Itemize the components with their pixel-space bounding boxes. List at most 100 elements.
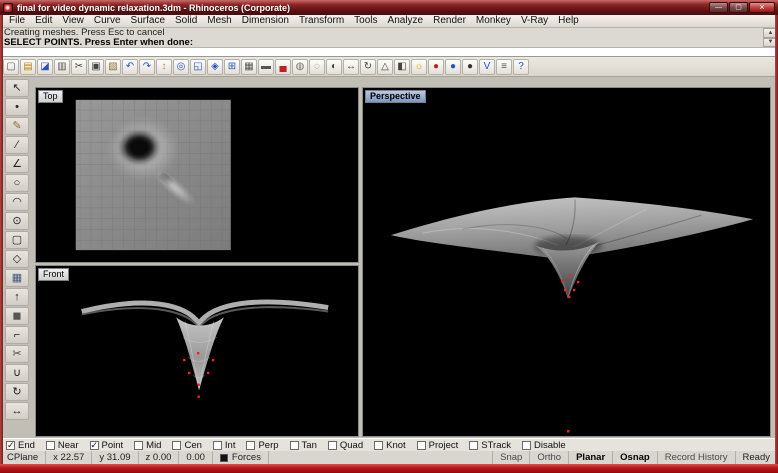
menu-item[interactable]: Solid xyxy=(170,15,202,27)
maximize-button[interactable] xyxy=(729,2,748,13)
point-icon[interactable]: • xyxy=(5,98,29,116)
status-ortho[interactable]: Ortho xyxy=(530,451,570,464)
menu-item[interactable]: Curve xyxy=(89,15,126,27)
minimize-button[interactable] xyxy=(709,2,728,13)
menu-item[interactable]: View xyxy=(57,15,89,27)
status-record-history[interactable]: Record History xyxy=(658,451,736,464)
render-car-icon[interactable]: ▄ xyxy=(275,58,291,75)
solid-box-icon[interactable]: ◼ xyxy=(5,307,29,325)
osnap-checkbox[interactable] xyxy=(134,440,144,450)
osnap-checkbox[interactable] xyxy=(289,440,299,450)
curve-pencil-icon[interactable]: ✎ xyxy=(5,117,29,135)
open-file-icon[interactable]: ▤ xyxy=(20,58,36,75)
status-osnap[interactable]: Osnap xyxy=(613,451,658,464)
menu-item[interactable]: Tools xyxy=(349,15,382,27)
osnap-strack[interactable]: STrack xyxy=(469,440,511,451)
menu-item[interactable]: Dimension xyxy=(237,15,294,27)
osnap-checkbox[interactable] xyxy=(212,440,222,450)
help-icon[interactable]: ? xyxy=(513,58,529,75)
paste-icon[interactable]: ▧ xyxy=(105,58,121,75)
rotate-icon[interactable]: ↻ xyxy=(360,58,376,75)
shaded-view-icon[interactable]: ◍ xyxy=(292,58,308,75)
close-button[interactable] xyxy=(749,2,775,13)
status-planar[interactable]: Planar xyxy=(569,451,614,464)
line-icon[interactable]: ∕ xyxy=(5,136,29,154)
pan-icon[interactable]: ↕ xyxy=(156,58,172,75)
zoom-extents-icon[interactable]: ◈ xyxy=(207,58,223,75)
menu-item[interactable]: Mesh xyxy=(202,15,236,27)
zoom-window-icon[interactable]: ◱ xyxy=(190,58,206,75)
viewport-perspective-label[interactable]: Perspective xyxy=(365,90,426,103)
osnap-tan[interactable]: Tan xyxy=(289,440,317,451)
dimension-icon[interactable]: ↔ xyxy=(5,402,29,420)
arc-icon[interactable]: ◠ xyxy=(5,193,29,211)
save-icon[interactable]: ◪ xyxy=(37,58,53,75)
osnap-project[interactable]: Project xyxy=(416,440,458,451)
viewport-front[interactable]: Front xyxy=(35,265,359,437)
osnap-int[interactable]: Int xyxy=(212,440,235,451)
cplane-pane[interactable]: CPlane xyxy=(0,451,47,464)
ellipse-icon[interactable]: ⊙ xyxy=(5,212,29,230)
select-arrow-icon[interactable]: ↖ xyxy=(5,79,29,97)
viewport-top[interactable]: Top xyxy=(35,87,359,263)
viewport-front-label[interactable]: Front xyxy=(38,268,70,281)
osnap-checkbox[interactable] xyxy=(246,440,256,450)
render-preview-icon[interactable]: ◐ xyxy=(326,58,342,75)
osnap-near[interactable]: Near xyxy=(45,440,79,451)
print-icon[interactable]: ▥ xyxy=(54,58,70,75)
copy-icon[interactable]: ▣ xyxy=(88,58,104,75)
scale-icon[interactable]: △ xyxy=(377,58,393,75)
layer-pane[interactable]: Forces xyxy=(213,451,269,464)
osnap-quad[interactable]: Quad xyxy=(327,440,363,451)
vray-options-icon[interactable]: V xyxy=(479,58,495,75)
viewport-top-label[interactable]: Top xyxy=(38,90,63,103)
zoom-dynamic-icon[interactable]: ◎ xyxy=(173,58,189,75)
osnap-checkbox[interactable] xyxy=(89,440,99,450)
menu-item[interactable]: Analyze xyxy=(383,15,429,27)
osnap-cen[interactable]: Cen xyxy=(172,440,202,451)
status-snap[interactable]: Snap xyxy=(493,451,531,464)
menu-item[interactable]: Transform xyxy=(294,15,349,27)
menu-item[interactable]: Monkey xyxy=(471,15,516,27)
fillet-icon[interactable]: ⌐ xyxy=(5,326,29,344)
osnap-checkbox[interactable] xyxy=(172,440,182,450)
osnap-checkbox[interactable] xyxy=(6,440,15,450)
menu-item[interactable]: Help xyxy=(553,15,584,27)
menu-item[interactable]: Surface xyxy=(126,15,170,27)
surface-icon[interactable]: ▦ xyxy=(5,269,29,287)
material-blue-icon[interactable]: ● xyxy=(445,58,461,75)
material-red-icon[interactable]: ● xyxy=(428,58,444,75)
osnap-knot[interactable]: Knot xyxy=(374,440,406,451)
rectangle-icon[interactable]: ▢ xyxy=(5,231,29,249)
polyline-icon[interactable]: ∠ xyxy=(5,155,29,173)
osnap-perp[interactable]: Perp xyxy=(246,440,279,451)
properties-icon[interactable]: ≡ xyxy=(496,58,512,75)
material-dark-icon[interactable]: ● xyxy=(462,58,478,75)
circle-icon[interactable]: ○ xyxy=(5,174,29,192)
osnap-checkbox[interactable] xyxy=(327,440,337,450)
osnap-checkbox[interactable] xyxy=(45,440,55,450)
polygon-icon[interactable]: ◇ xyxy=(5,250,29,268)
viewport-perspective[interactable]: Perspective xyxy=(362,87,771,437)
osnap-checkbox[interactable] xyxy=(374,440,384,450)
osnap-point[interactable]: Point xyxy=(89,440,123,451)
menu-item[interactable]: V-Ray xyxy=(516,15,553,27)
osnap-mid[interactable]: Mid xyxy=(134,440,161,451)
osnap-checkbox[interactable] xyxy=(416,440,426,450)
light-icon[interactable]: ☼ xyxy=(411,58,427,75)
menu-item[interactable]: Edit xyxy=(30,15,57,27)
trim-icon[interactable]: ✂ xyxy=(5,345,29,363)
osnap-disable[interactable]: Disable xyxy=(521,440,566,451)
transform-icon[interactable]: ↻ xyxy=(5,383,29,401)
cut-icon[interactable]: ✂ xyxy=(71,58,87,75)
new-file-icon[interactable]: ▢ xyxy=(3,58,19,75)
ghosted-view-icon[interactable]: ◌ xyxy=(309,58,325,75)
viewport-layout-icon[interactable]: ▦ xyxy=(241,58,257,75)
menu-item[interactable]: Render xyxy=(428,15,471,27)
osnap-end[interactable]: End xyxy=(6,440,35,451)
osnap-checkbox[interactable] xyxy=(469,440,479,450)
redo-icon[interactable]: ↷ xyxy=(139,58,155,75)
osnap-checkbox[interactable] xyxy=(521,440,531,450)
zoom-extents-all-icon[interactable]: ⊞ xyxy=(224,58,240,75)
mirror-icon[interactable]: ◧ xyxy=(394,58,410,75)
